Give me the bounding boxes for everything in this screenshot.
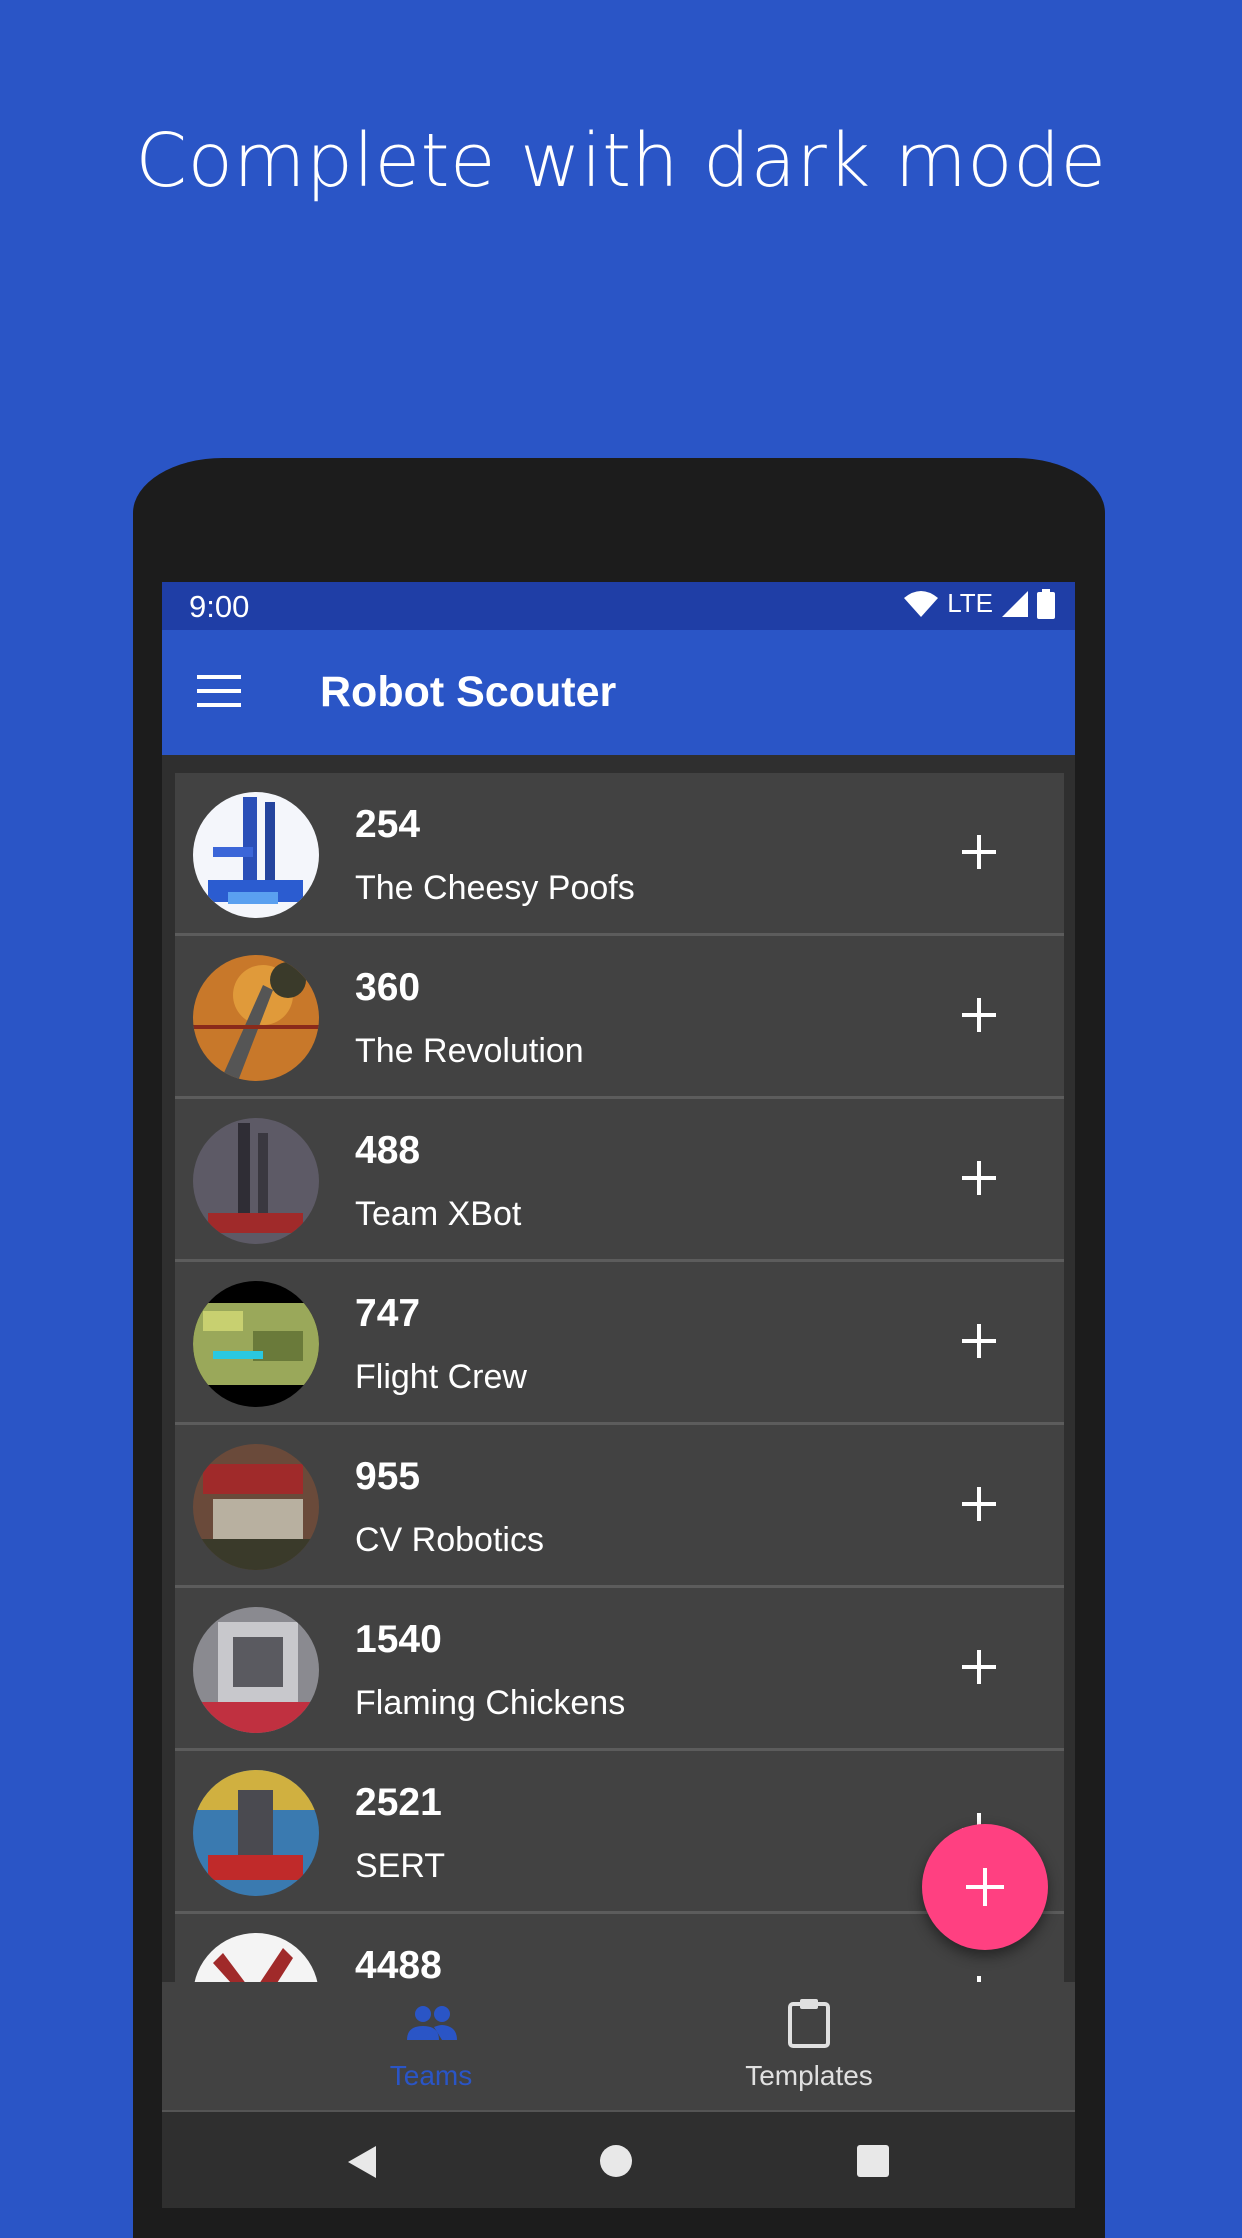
team-number: 488 [355,1129,421,1172]
status-bar: 9:00 LTE [162,582,1075,630]
team-avatar [193,1770,319,1896]
add-scout-button[interactable] [954,1642,1004,1692]
status-time: 9:00 [189,589,250,624]
tab-templates[interactable]: Templates [659,1982,959,2110]
people-icon [407,2006,457,2040]
network-label: LTE [947,588,993,618]
wifi-icon [904,590,939,617]
recents-icon[interactable] [857,2145,889,2177]
add-scout-button[interactable] [954,1316,1004,1366]
team-row[interactable]: 955 CV Robotics [175,1425,1064,1588]
team-name: Team XBot [355,1195,522,1233]
clipboard-icon [788,1999,830,2048]
add-scout-button[interactable] [954,1153,1004,1203]
app-title: Robot Scouter [320,668,617,716]
phone-screen: 9:00 LTE Robot Scouter 254 The Cheesy Po… [162,582,1075,2208]
menu-icon[interactable] [197,675,241,707]
team-number: 2521 [355,1781,442,1824]
team-row[interactable]: 254 The Cheesy Poofs [175,773,1064,936]
team-name: The Cheesy Poofs [355,869,635,907]
team-row[interactable]: 488 Team XBot [175,1099,1064,1262]
app-bar: Robot Scouter [162,630,1075,755]
tab-teams-label: Teams [389,2060,473,2091]
team-avatar [193,1444,319,1570]
team-avatar [193,1607,319,1733]
add-team-fab[interactable] [922,1824,1048,1950]
team-name: SERT [355,1847,446,1885]
team-number: 747 [355,1292,421,1335]
team-avatar [193,792,319,918]
bottom-navigation: Teams Templates [162,1982,1075,2112]
home-icon[interactable] [599,2144,633,2178]
team-number: 1540 [355,1618,442,1661]
team-number: 955 [355,1455,421,1498]
headline: Complete with dark mode [135,118,1107,204]
back-icon[interactable] [342,2142,382,2182]
team-name: CV Robotics [355,1521,544,1559]
signal-icon [1002,590,1028,617]
team-avatar [193,1281,319,1407]
team-name: Flight Crew [355,1358,527,1396]
status-icons: LTE [903,588,1055,619]
add-scout-button[interactable] [954,1479,1004,1529]
team-row[interactable]: 360 The Revolution [175,936,1064,1099]
add-scout-button[interactable] [954,827,1004,877]
team-number: 254 [355,803,421,846]
team-avatar [193,955,319,1081]
battery-icon [1037,588,1055,619]
team-number: 360 [355,966,421,1009]
tab-templates-label: Templates [745,2060,873,2091]
system-navigation-bar [162,2112,1075,2208]
team-name: The Revolution [355,1032,584,1070]
team-avatar [193,1118,319,1244]
team-row[interactable]: 747 Flight Crew [175,1262,1064,1425]
team-name: Flaming Chickens [355,1684,626,1722]
tab-teams[interactable]: Teams [281,1982,581,2110]
team-row[interactable]: 1540 Flaming Chickens [175,1588,1064,1751]
add-scout-button[interactable] [954,990,1004,1040]
